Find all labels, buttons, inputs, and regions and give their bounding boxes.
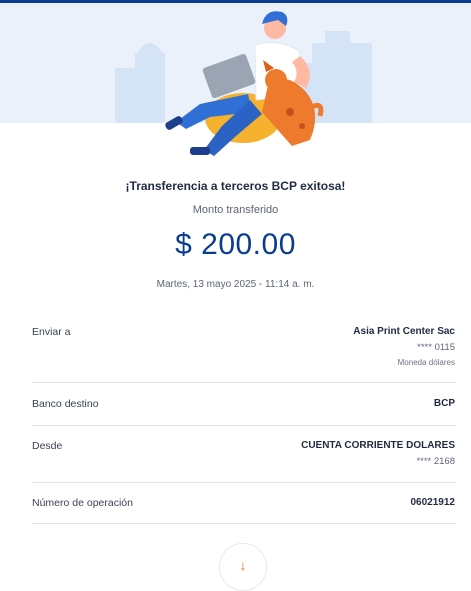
success-title: ¡Transferencia a terceros BCP exitosa! bbox=[125, 179, 346, 193]
download-arrow-icon: ↓ bbox=[239, 557, 247, 573]
bank-value: BCP bbox=[433, 398, 455, 409]
person-with-dog-illustration bbox=[165, 11, 324, 156]
bank-label: Banco destino bbox=[32, 398, 99, 410]
detail-row-from: Desde CUENTA CORRIENTE DOLARES **** 2168 bbox=[32, 440, 456, 483]
from-account-number: **** 2168 bbox=[416, 456, 455, 467]
operation-number: 06021912 bbox=[410, 497, 456, 508]
transfer-datetime: Martes, 13 mayo 2025 - 11:14 a. m. bbox=[156, 279, 315, 290]
detail-row-operation: Número de operación 06021912 bbox=[32, 497, 456, 524]
detail-row-recipient: Enviar a Asia Print Center Sac **** 0115… bbox=[32, 326, 456, 383]
recipient-name: Asia Print Center Sac bbox=[353, 326, 455, 337]
download-button[interactable]: ↓ bbox=[219, 543, 267, 591]
amount-label: Monto transferido bbox=[192, 204, 279, 216]
operation-label: Número de operación bbox=[32, 497, 133, 509]
from-account-name: CUENTA CORRIENTE DOLARES bbox=[301, 440, 455, 451]
from-label: Desde bbox=[32, 440, 63, 452]
recipient-currency: Moneda dólares bbox=[397, 358, 455, 367]
transfer-amount: $ 200.00 bbox=[175, 228, 296, 261]
recipient-label: Enviar a bbox=[32, 326, 71, 338]
detail-row-bank: Banco destino BCP bbox=[32, 398, 456, 426]
recipient-account: **** 0115 bbox=[417, 342, 455, 353]
